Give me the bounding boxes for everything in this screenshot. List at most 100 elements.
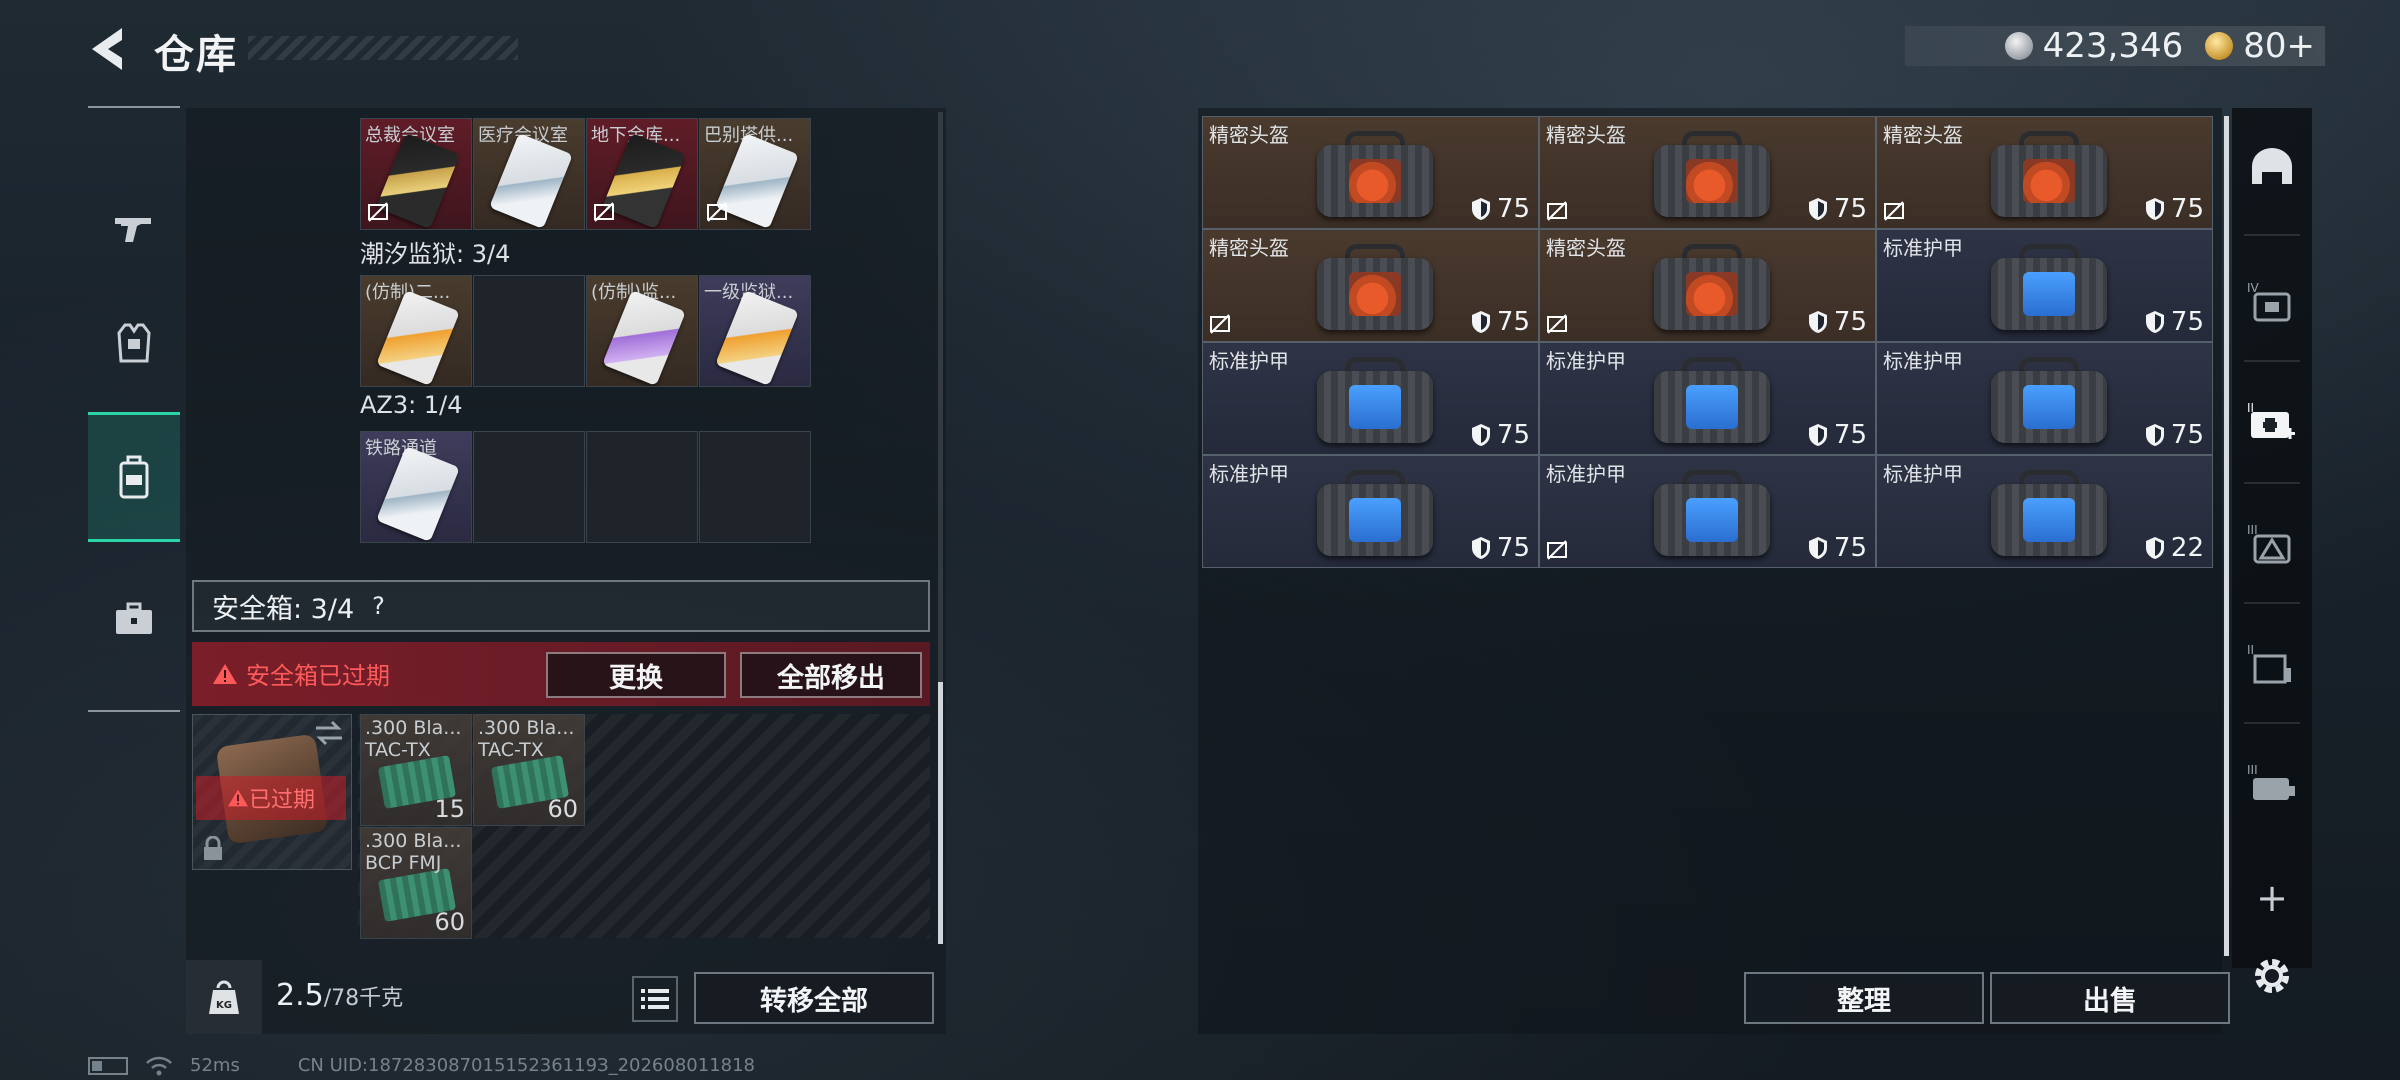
armor-case-image	[1985, 353, 2113, 445]
storage-item[interactable]: 精密头盔 75	[1202, 229, 1539, 342]
helmet-tab-icon	[2252, 148, 2292, 184]
unusable-icon	[1547, 201, 1567, 221]
durability: 75	[2145, 307, 2204, 337]
keycard-image	[602, 290, 686, 386]
storage-item[interactable]: 标准护甲 75	[1539, 455, 1876, 568]
nav-divider	[2244, 234, 2300, 236]
empty-keycard-slot[interactable]	[699, 431, 811, 543]
help-icon[interactable]: ?	[372, 592, 385, 620]
nav-armor[interactable]	[88, 278, 180, 408]
wifi-icon	[146, 1056, 172, 1075]
swap-icon[interactable]	[312, 718, 346, 748]
storage-grid: 精密头盔 75 精密头盔 75 精密头盔 75 精密头盔 75 精密头盔 75 标准护甲 75 标准护甲…	[1202, 116, 2214, 568]
item-name: 精密头盔	[1883, 123, 1963, 147]
list-icon	[641, 989, 669, 1009]
filter-backpack-iii[interactable]: III	[2232, 726, 2312, 842]
gear-icon[interactable]	[2248, 952, 2296, 1000]
keycard-slot[interactable]: (仿制)监...	[586, 275, 698, 387]
keycard-slot[interactable]: 巴别塔供...	[699, 118, 811, 230]
replace-button[interactable]: 更换	[546, 652, 726, 698]
storage-scrollbar[interactable]	[2224, 116, 2229, 956]
silver-coin-icon	[2004, 32, 2033, 60]
armor-case-image	[1311, 353, 1439, 445]
keycard-slot[interactable]: 总裁会议室	[360, 118, 472, 230]
shield-icon	[1808, 424, 1827, 446]
durability: 22	[2145, 533, 2204, 563]
empty-keycard-slot[interactable]	[473, 275, 585, 387]
keycard-slot[interactable]: (仿制)二...	[360, 275, 472, 387]
storage-item[interactable]: 精密头盔 75	[1876, 116, 2213, 229]
storage-item[interactable]: 标准护甲 75	[1539, 342, 1876, 455]
durability: 75	[1471, 307, 1530, 337]
keycard-slot[interactable]: 铁路通道	[360, 431, 472, 543]
storage-item[interactable]: 标准护甲 22	[1876, 455, 2213, 568]
armor-case-image	[1648, 466, 1776, 558]
keycard-image	[376, 446, 460, 542]
shield-icon	[1808, 311, 1827, 333]
svg-text:II: II	[2247, 643, 2254, 657]
keycard-slot[interactable]: 医疗会议室	[473, 118, 585, 230]
armor-iii-icon: III	[2247, 523, 2291, 564]
item-name: 标准护甲	[1883, 349, 1963, 373]
filter-medkit-ii[interactable]: II	[2232, 364, 2312, 480]
durability-value: 75	[2170, 420, 2204, 450]
currency-bar: 423,346 80+	[1905, 26, 2325, 66]
storage-item[interactable]: 精密头盔 75	[1202, 116, 1539, 229]
weight-icon-box: KG	[186, 960, 262, 1034]
helmet-case-image	[1648, 240, 1776, 332]
gold-coin-icon	[2205, 32, 2234, 60]
backpack-scroll-thumb[interactable]	[938, 682, 943, 944]
ammo-count: 60	[547, 795, 578, 823]
durability: 75	[2145, 420, 2204, 450]
storage-item[interactable]: 标准护甲 75	[1876, 229, 2213, 342]
keycard-slot[interactable]: 地下金库...	[586, 118, 698, 230]
list-view-button[interactable]	[632, 976, 678, 1022]
filter-helmet[interactable]	[2232, 108, 2312, 224]
storage-item[interactable]: 标准护甲 75	[1876, 342, 2213, 455]
ammo-slot[interactable]: .300 Bla... TAC-TX 60	[473, 714, 585, 826]
nav-weapons[interactable]	[88, 164, 180, 294]
weight-max: /78千克	[323, 986, 404, 1011]
filter-armor-iii[interactable]: III	[2232, 486, 2312, 602]
ammo-slot[interactable]: .300 Bla... BCP FMJ 60	[360, 827, 472, 939]
filter-armor-iv[interactable]: IV	[2232, 244, 2312, 360]
shield-icon	[1471, 424, 1490, 446]
keycard-slot[interactable]: 一级监狱...	[699, 275, 811, 387]
gold-balance[interactable]: 80+	[2243, 26, 2315, 66]
back-button[interactable]	[86, 24, 136, 74]
ping-readout: 52ms	[190, 1055, 240, 1076]
empty-keycard-slot[interactable]	[473, 431, 585, 543]
transfer-all-button[interactable]: 转移全部	[694, 972, 934, 1024]
unusable-icon	[707, 202, 727, 222]
ammo-slot[interactable]: .300 Bla... TAC-TX 15	[360, 714, 472, 826]
lock-icon	[204, 836, 222, 860]
storage-item[interactable]: 精密头盔 75	[1539, 229, 1876, 342]
remove-all-button[interactable]: 全部移出	[740, 652, 922, 698]
kettlebell-icon: KG	[209, 980, 239, 1014]
add-filter-button[interactable]: +	[2252, 876, 2292, 920]
empty-keycard-slot[interactable]	[586, 431, 698, 543]
weight-unit-label: KG	[216, 1000, 232, 1011]
durability: 75	[1808, 194, 1867, 224]
storage-item[interactable]: 精密头盔 75	[1539, 116, 1876, 229]
storage-item[interactable]: 标准护甲 75	[1202, 342, 1539, 455]
briefcase-icon	[116, 602, 152, 634]
nav-backpack[interactable]	[88, 412, 180, 542]
ammo-count: 15	[434, 795, 465, 823]
section-tidal-prison: 潮汐监狱: 3/4	[360, 240, 511, 268]
filter-rig-ii[interactable]: II	[2232, 606, 2312, 722]
shield-icon	[1808, 537, 1827, 559]
storage-item[interactable]: 标准护甲 75	[1202, 455, 1539, 568]
unusable-icon	[1884, 201, 1904, 221]
durability-value: 22	[2170, 533, 2204, 563]
nav-briefcase[interactable]	[88, 554, 180, 684]
sell-button[interactable]: 出售	[1990, 972, 2230, 1024]
sort-button[interactable]: 整理	[1744, 972, 1984, 1024]
silver-balance: 423,346	[2042, 26, 2184, 66]
safe-box-title: 安全箱: 3/4	[212, 593, 355, 625]
armor-case-image	[1311, 466, 1439, 558]
warning-icon	[213, 663, 237, 684]
keycard-image	[489, 133, 573, 229]
durability: 75	[1808, 420, 1867, 450]
backpack-icon	[119, 455, 149, 499]
